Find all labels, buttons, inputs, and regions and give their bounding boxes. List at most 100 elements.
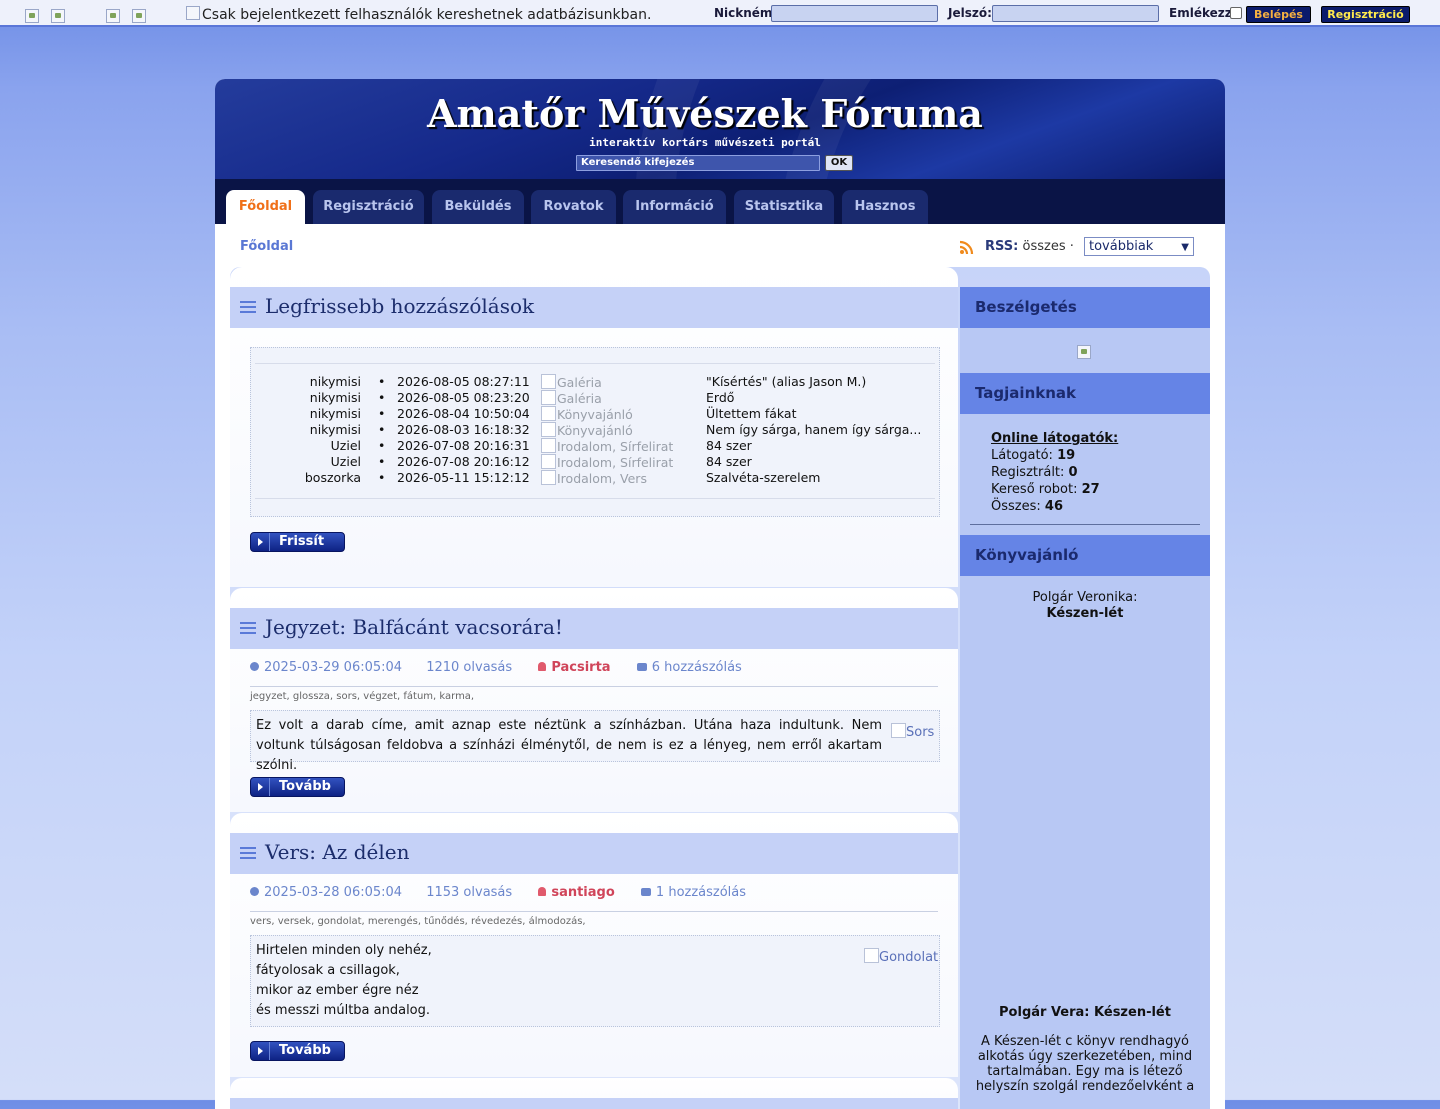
book-body: Polgár Veronika: Készen-lét Polgár Vera:… [960,576,1210,1109]
bullet: • [378,438,386,453]
poem-line: fátyolosak a csillagok, [256,963,400,978]
register-button[interactable]: Regisztráció [1321,6,1410,23]
broken-image-icon [186,6,200,20]
article-tags[interactable]: jegyzet, glossza, sors, végzet, fátum, k… [250,691,474,702]
menu-icon [240,847,256,859]
broken-image-icon[interactable] [132,9,146,23]
comment-user[interactable]: boszorka [305,470,361,485]
tab-bekuldes[interactable]: Beküldés [432,190,524,224]
broken-image-icon[interactable] [25,9,39,23]
comment-category[interactable]: Könyvajánló [541,422,633,438]
book-heading: Polgár Vera: Készen-lét [999,1005,1171,1020]
tab-informacio[interactable]: Információ [623,190,726,224]
comment-row[interactable]: nikymisi • 2026-08-04 10:50:04 Könyvajánló Ü… [251,406,939,422]
comment-row[interactable]: Uziel • 2026-07-08 20:16:31 Irodalom, Sírfe… [251,438,939,454]
stat-row: Regisztrált: 0 [991,465,1078,480]
tab-fooldal[interactable]: Főoldal [226,190,305,224]
comment-row[interactable]: nikymisi • 2026-08-05 08:23:20 Galéria Erdő [251,390,939,406]
article-image[interactable]: Gondolat [864,948,938,965]
comment-article-link[interactable]: Erdő [706,390,734,405]
comment-row[interactable]: nikymisi • 2026-08-03 16:18:32 Könyvajánló N… [251,422,939,438]
site-search-input[interactable]: Keresendő kifejezés [576,155,820,171]
comment-user[interactable]: Uziel [331,438,361,453]
article-block: Vers: Az délen 2025-03-28 06:05:04 1153 … [230,813,958,1077]
menu-icon [240,301,256,313]
comment-article-link[interactable]: Nem így sárga, hanem így sárga... [706,422,921,437]
broken-image-icon[interactable] [106,9,120,23]
rss-select-value: továbbiak [1089,239,1154,254]
online-visitors-link[interactable]: Online látogatók: [991,430,1118,447]
comment-row[interactable]: Uziel • 2026-07-08 20:16:12 Irodalom, Sírfe… [251,454,939,470]
tab-rovatok[interactable]: Rovatok [531,190,616,224]
breadcrumb[interactable]: Főoldal [240,239,293,254]
members-header[interactable]: Tagjainknak [960,373,1210,414]
tab-statisztika[interactable]: Statisztika [734,190,834,224]
bullet: • [378,406,386,421]
comment-category[interactable]: Irodalom, Vers [541,470,647,486]
comment-user[interactable]: nikymisi [310,374,361,389]
book-author: Polgár Veronika: [1032,590,1138,605]
read-more-button[interactable]: Tovább [250,777,345,797]
comment-category[interactable]: Galéria [541,390,602,406]
comments-list: nikymisi • 2026-08-05 08:27:11 Galéria "Kísé… [250,347,940,517]
broken-image-icon[interactable] [1077,345,1091,359]
comment-time: 2026-08-04 10:50:04 [397,406,530,421]
comment-row[interactable]: boszorka • 2026-05-11 15:12:12 Irodalom, Ve… [251,470,939,486]
search-ok-button[interactable]: OK [825,155,853,171]
broken-image-icon [541,406,556,421]
remember-label: Emlékezz [1169,6,1232,20]
author-link[interactable]: santiago [551,885,614,900]
comment-category[interactable]: Könyvajánló [541,406,633,422]
comment-user[interactable]: nikymisi [310,390,361,405]
chat-body [960,328,1210,373]
comment-category[interactable]: Irodalom, Sírfelirat [541,438,673,454]
broken-image-icon [541,390,556,405]
comment-article-link[interactable]: Ültettem fákat [706,406,797,421]
article-tags[interactable]: vers, versek, gondolat, merengés, tűnődé… [250,916,586,927]
tab-hasznos[interactable]: Hasznos [842,190,928,224]
refresh-button[interactable]: Frissít [250,532,345,552]
login-button[interactable]: Belépés [1246,6,1311,23]
rss-links: RSS: összes · [985,239,1074,254]
bullet: • [378,390,386,405]
remember-checkbox[interactable] [1230,7,1242,19]
comment-article-link[interactable]: Szalvéta-szerelem [706,470,820,485]
article-image[interactable]: Sors [891,723,934,740]
comment-user[interactable]: nikymisi [310,422,361,437]
comment-row[interactable]: nikymisi • 2026-08-05 08:27:11 Galéria "Kísé… [251,374,939,390]
tab-regisztracio[interactable]: Regisztráció [313,190,424,224]
comments-link[interactable]: 1 hozzászólás [656,885,746,900]
book-title[interactable]: Készen-lét [960,606,1210,621]
article-excerpt: Ez volt a darab címe, amit aznap este né… [256,718,882,773]
read-more-button[interactable]: Tovább [250,1041,345,1061]
comment-article-link[interactable]: 84 szer [706,454,752,469]
password-label: Jelszó: [948,6,992,20]
site-title[interactable]: Amatőr Művészek Fóruma [215,91,1195,136]
comment-article-link[interactable]: "Kísértés" (alias Jason M.) [706,374,866,389]
broken-image-icon [541,454,556,469]
password-input[interactable] [992,5,1159,22]
stat-row: Látogató: 19 [991,448,1076,463]
poem-line: mikor az ember égre néz [256,983,419,998]
content-panel: Legfrissebb hozzászólások nikymisi • 2026-… [230,267,1210,1109]
article-title[interactable]: Vers: Az délen [265,840,409,864]
article-title[interactable]: Jegyzet: Balfácánt vacsorára! [265,615,563,639]
chat-header[interactable]: Beszélgetés [960,287,1210,328]
arrow-right-icon [251,533,270,551]
author-link[interactable]: Pacsirta [551,660,610,675]
rss-select[interactable]: továbbiak ▼ [1084,237,1194,256]
chevron-down-icon: ▼ [1181,242,1189,253]
comment-user[interactable]: Uziel [331,454,361,469]
nick-input[interactable] [771,5,938,22]
article-excerpt-box: Ez volt a darab címe, amit aznap este né… [250,710,940,773]
rss-all-link[interactable]: összes · [1023,239,1074,254]
comment-article-link[interactable]: 84 szer [706,438,752,453]
broken-image-icon[interactable] [51,9,65,23]
book-header[interactable]: Könyvajánló [960,535,1210,576]
comment-category[interactable]: Irodalom, Sírfelirat [541,454,673,470]
comment-user[interactable]: nikymisi [310,406,361,421]
comment-category[interactable]: Galéria [541,374,602,390]
rss-icon[interactable] [959,239,975,255]
comments-link[interactable]: 6 hozzászólás [652,660,742,675]
book-description: A Készen-lét c könyv rendhagyó alkotás ú… [975,1034,1195,1094]
